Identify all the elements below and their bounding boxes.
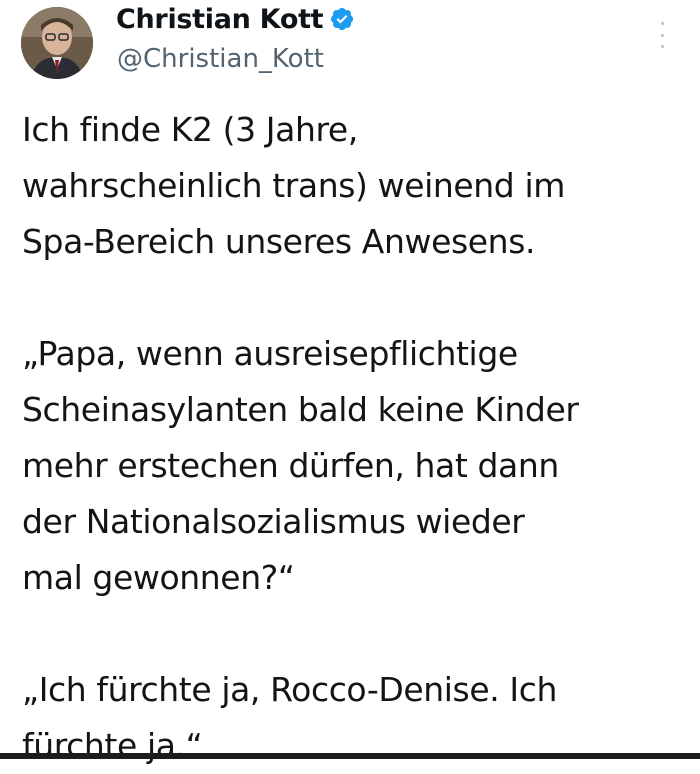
- tweet-card: Christian Kott @Christian_Kott Ich finde…: [0, 0, 700, 765]
- tweet-text: Ich finde K2 (3 Jahre, wahrscheinlich tr…: [22, 102, 692, 774]
- author-display-name[interactable]: Christian Kott: [116, 4, 324, 35]
- author-name-row: Christian Kott: [116, 0, 355, 38]
- bottom-divider: [0, 753, 700, 759]
- author-handle[interactable]: @Christian_Kott: [117, 44, 324, 74]
- tweet-paragraph: „Papa, wenn ausreisepflichtige Scheinasy…: [22, 334, 579, 597]
- verified-badge-icon: [329, 6, 355, 32]
- avatar[interactable]: [21, 7, 93, 79]
- more-options-icon[interactable]: [655, 22, 669, 48]
- tweet-paragraph: Ich finde K2 (3 Jahre, wahrscheinlich tr…: [22, 110, 565, 261]
